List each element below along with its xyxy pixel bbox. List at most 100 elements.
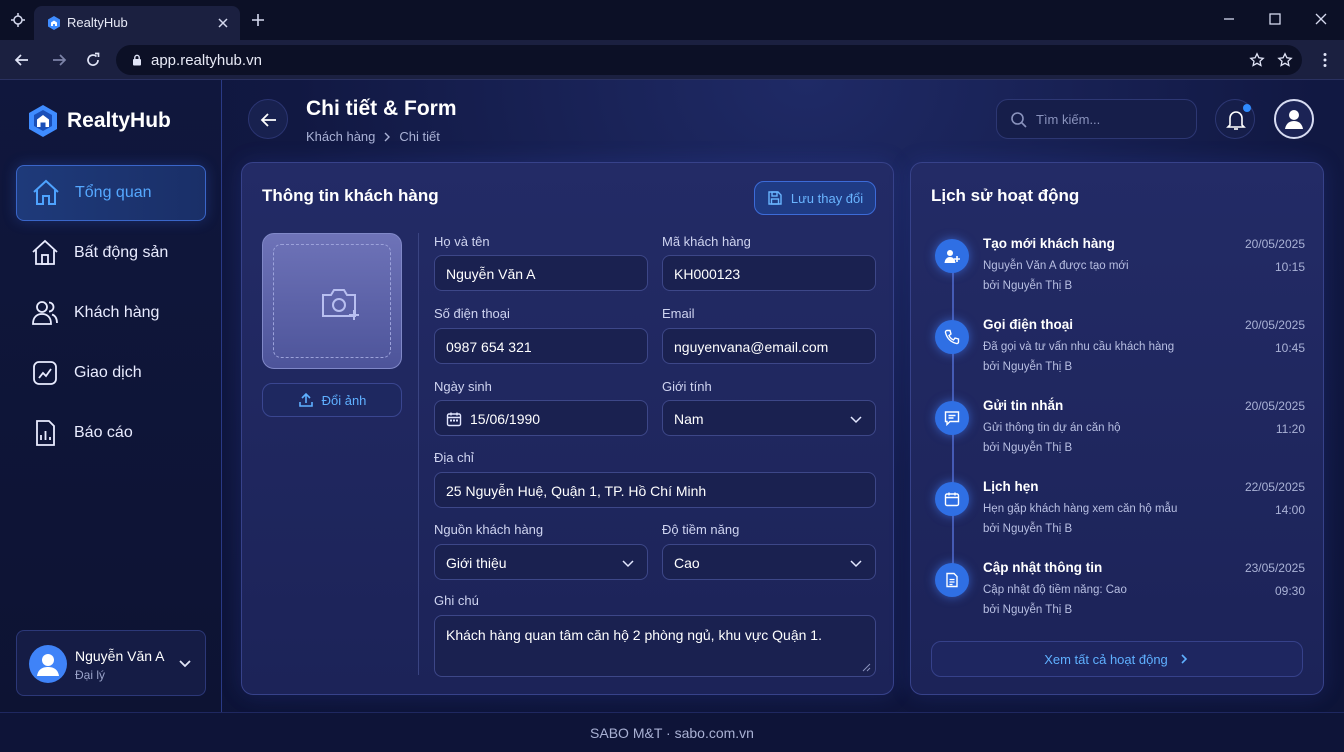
search-input[interactable]: Tìm kiếm...	[996, 99, 1197, 139]
user-name: Nguyễn Văn A	[75, 648, 165, 664]
customer-code-field[interactable]: KH000123	[662, 255, 876, 291]
phone-icon	[944, 329, 960, 345]
notifications-button[interactable]	[1215, 99, 1255, 139]
sidebar-item-transactions[interactable]: Giao dịch	[16, 345, 206, 401]
activity-item[interactable]: Lịch hẹn Hẹn gặp khách hàng xem căn hộ m…	[935, 478, 1305, 548]
dob-value: 15/06/1990	[470, 411, 541, 427]
browser-tab[interactable]: RealtyHub	[34, 6, 240, 40]
save-button[interactable]: Lưu thay đổi	[754, 181, 876, 215]
user-role: Đại lý	[75, 668, 106, 682]
sidebar-item-label: Giao dịch	[74, 364, 142, 381]
activity-item[interactable]: Gửi tin nhắn Gửi thông tin dự án căn hộ …	[935, 397, 1305, 467]
customer-code-label: Mã khách hàng	[662, 234, 751, 249]
close-window-icon[interactable]	[1312, 10, 1330, 28]
name-label: Họ và tên	[434, 234, 490, 249]
activity-date: 23/05/2025	[1244, 561, 1305, 575]
email-field[interactable]: nguyenvana@email.com	[662, 328, 876, 364]
activity-date: 20/05/2025	[1244, 237, 1305, 251]
phone-field[interactable]: 0987 654 321	[434, 328, 648, 364]
browser-toolbar: app.realtyhub.vn	[0, 40, 1344, 80]
reload-icon[interactable]	[84, 51, 102, 69]
chevron-down-icon[interactable]	[177, 655, 193, 671]
user-plus-icon	[944, 250, 960, 263]
activity-desc: Đã gọi và tư vấn nhu cầu khách hàng	[983, 341, 1175, 353]
activity-icon-badge	[935, 320, 969, 354]
new-tab-icon[interactable]	[250, 12, 266, 28]
activity-time: 14:00	[1274, 503, 1305, 517]
email-value: nguyenvana@email.com	[674, 339, 829, 355]
gender-select[interactable]: Nam	[662, 400, 876, 436]
activity-icon-badge	[935, 401, 969, 435]
search-placeholder: Tìm kiếm...	[1036, 112, 1101, 127]
activity-by: bởi Nguyễn Thị B	[983, 361, 1073, 373]
chevron-right-icon	[1181, 654, 1187, 664]
activity-by: bởi Nguyễn Thị B	[983, 523, 1073, 535]
source-select[interactable]: Giới thiệu	[434, 544, 648, 580]
lock-icon[interactable]	[130, 53, 144, 67]
phone-value: 0987 654 321	[446, 339, 532, 355]
activity-panel: Lịch sử hoạt động Tạo mới khách hàng Ngu…	[910, 162, 1324, 695]
gender-label: Giới tính	[662, 379, 712, 394]
transaction-icon	[33, 361, 57, 385]
activity-date: 22/05/2025	[1244, 480, 1305, 494]
document-icon	[946, 572, 958, 588]
app-shell: RealtyHub Tổng quan Bất động sản Khách h…	[0, 80, 1344, 712]
customer-code-value: KH000123	[674, 266, 741, 282]
breadcrumb: Khách hàng Chi tiết	[306, 129, 440, 144]
sidebar-item-customers[interactable]: Khách hàng	[16, 285, 206, 341]
close-tab-icon[interactable]	[215, 15, 231, 31]
see-all-activity-button[interactable]: Xem tất cả hoạt động	[931, 641, 1303, 677]
maximize-icon[interactable]	[1266, 10, 1284, 28]
tab-search-icon[interactable]	[10, 12, 26, 28]
minimize-icon[interactable]	[1220, 10, 1238, 28]
notes-textarea[interactable]: Khách hàng quan tâm căn hộ 2 phòng ngủ, …	[434, 615, 876, 677]
upload-icon	[298, 392, 313, 407]
activity-item[interactable]: Gọi điện thoại Đã gọi và tư vấn nhu cầu …	[935, 316, 1305, 386]
panel-title: Lịch sử hoạt động	[931, 186, 1080, 205]
breadcrumb-item-customers[interactable]: Khách hàng	[306, 129, 375, 144]
footer-text: SABO M&T · sabo.com.vn	[590, 724, 754, 741]
name-field[interactable]: Nguyễn Văn A	[434, 255, 648, 291]
potential-select[interactable]: Cao	[662, 544, 876, 580]
activity-icon-badge	[935, 563, 969, 597]
sidebar-item-reports[interactable]: Báo cáo	[16, 405, 206, 461]
logo-icon	[29, 105, 57, 137]
activity-date: 20/05/2025	[1244, 318, 1305, 332]
activity-desc: Cập nhật độ tiềm năng: Cao	[983, 584, 1127, 596]
message-icon	[944, 411, 960, 426]
user-menu[interactable]: Nguyễn Văn A Đại lý	[16, 630, 206, 696]
back-arrow-icon[interactable]	[13, 51, 31, 69]
chevron-down-icon	[850, 416, 862, 424]
address-field[interactable]: 25 Nguyễn Huệ, Quận 1, TP. Hồ Chí Minh	[434, 472, 876, 508]
sidebar-item-properties[interactable]: Bất động sản	[16, 225, 206, 281]
change-photo-label: Đổi ảnh	[321, 392, 367, 408]
gender-value: Nam	[674, 411, 704, 427]
star-icon[interactable]	[1249, 52, 1265, 68]
activity-desc: Hẹn gặp khách hàng xem căn hộ mẫu	[983, 503, 1178, 515]
brand[interactable]: RealtyHub	[28, 104, 171, 138]
change-photo-button[interactable]: Đổi ảnh	[262, 383, 402, 417]
notes-label: Ghi chú	[434, 593, 479, 608]
bookmark-star-icon[interactable]	[1277, 52, 1293, 68]
activity-time: 09:30	[1274, 584, 1305, 598]
calendar-icon[interactable]	[446, 411, 462, 427]
activity-title: Gọi điện thoại	[983, 317, 1073, 332]
search-icon	[1011, 112, 1027, 128]
photo-upload[interactable]	[262, 233, 402, 369]
activity-item[interactable]: Cập nhật thông tin Cập nhật độ tiềm năng…	[935, 559, 1305, 629]
chevron-down-icon	[850, 560, 862, 568]
dob-field[interactable]: 15/06/1990	[434, 400, 648, 436]
dob-label: Ngày sinh	[434, 379, 492, 394]
more-menu-icon[interactable]	[1316, 51, 1334, 69]
activity-desc: Nguyễn Văn A được tạo mới	[983, 260, 1129, 272]
resize-handle-icon[interactable]	[861, 662, 871, 672]
forward-arrow-icon[interactable]	[50, 51, 68, 69]
potential-label: Độ tiềm năng	[662, 522, 740, 537]
address-bar[interactable]: app.realtyhub.vn	[116, 45, 1302, 75]
see-all-label: Xem tất cả hoạt động	[1044, 651, 1168, 667]
activity-item[interactable]: Tạo mới khách hàng Nguyễn Văn A được tạo…	[935, 235, 1305, 305]
sidebar-item-overview[interactable]: Tổng quan	[16, 165, 206, 221]
profile-button[interactable]	[1274, 99, 1314, 139]
back-button[interactable]	[248, 99, 288, 139]
activity-time: 10:45	[1274, 341, 1305, 355]
